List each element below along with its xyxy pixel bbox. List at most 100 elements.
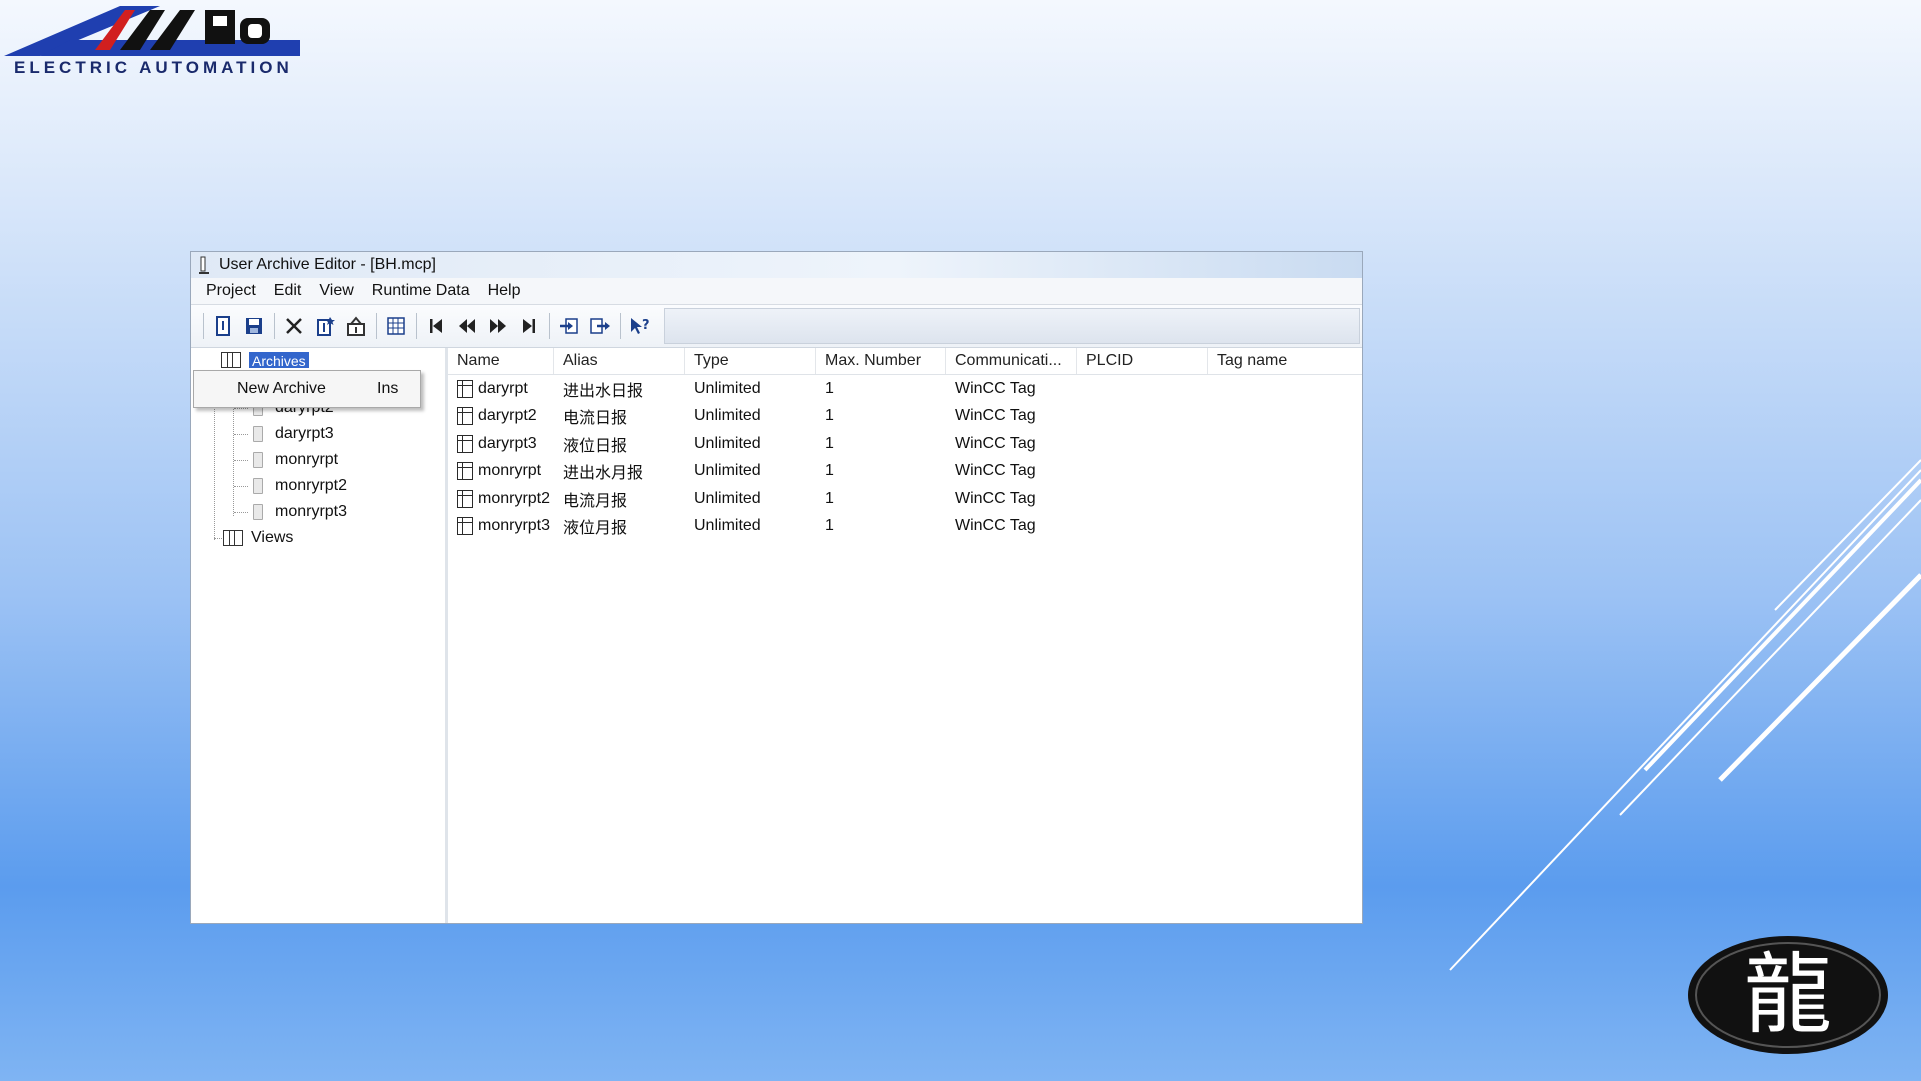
cell-alias: 进出水日报 <box>563 382 644 400</box>
table-row[interactable]: monryrpt3 液位月报 Unlimited 1 WinCC Tag <box>448 513 1362 541</box>
tree-item-label: monryrpt2 <box>275 477 348 494</box>
cell-name: daryrpt2 <box>448 407 554 426</box>
tree-connector <box>234 512 248 513</box>
cell-name-text: daryrpt3 <box>478 434 537 452</box>
delete-icon[interactable] <box>281 313 307 339</box>
grid-icon[interactable] <box>383 313 409 339</box>
toolbar-separator <box>376 313 377 339</box>
archive-row-icon <box>457 407 473 426</box>
menu-runtime-data[interactable]: Runtime Data <box>363 282 479 300</box>
archive-row-icon <box>457 434 473 453</box>
column-header-plcid[interactable]: PLCID <box>1077 348 1208 374</box>
previous-record-icon[interactable] <box>454 313 480 339</box>
dragon-seal: 龍 <box>1686 934 1890 1056</box>
archive-file-icon <box>253 504 263 520</box>
menu-view[interactable]: View <box>310 282 362 300</box>
save-icon[interactable] <box>241 313 267 339</box>
column-header-tag-name[interactable]: Tag name <box>1208 348 1341 374</box>
tree-item-daryrpt3[interactable]: daryrpt3 <box>253 422 334 446</box>
column-header-communication[interactable]: Communicati... <box>946 348 1077 374</box>
archive-row-icon <box>457 517 473 536</box>
table-row[interactable]: daryrpt2 电流日报 Unlimited 1 WinCC Tag <box>448 403 1362 431</box>
views-folder-icon <box>223 530 243 546</box>
menu-help[interactable]: Help <box>479 282 530 300</box>
svg-text:?: ? <box>642 318 650 333</box>
first-record-icon[interactable] <box>423 313 449 339</box>
cell-name: monryrpt <box>448 462 554 481</box>
logo-mark-icon <box>4 6 300 56</box>
table-header: Name Alias Type Max. Number Communicati.… <box>448 348 1362 375</box>
table-row[interactable]: monryrpt 进出水月报 Unlimited 1 WinCC Tag <box>448 458 1362 486</box>
cell-alias: 电流月报 <box>563 492 628 510</box>
cell-communication: WinCC Tag <box>955 407 1036 425</box>
tree-item-monryrpt3[interactable]: monryrpt3 <box>253 500 347 524</box>
cell-communication: WinCC Tag <box>955 462 1036 480</box>
tree-item-archives[interactable]: Archives <box>221 348 309 372</box>
properties-icon[interactable] <box>210 313 236 339</box>
table-row[interactable]: daryrpt 进出水日报 Unlimited 1 WinCC Tag <box>448 375 1362 403</box>
cell-alias: 电流日报 <box>563 410 628 428</box>
menu-project[interactable]: Project <box>197 282 265 300</box>
context-menu: New Archive Ins <box>193 370 421 408</box>
column-header-name[interactable]: Name <box>448 348 554 374</box>
import-icon[interactable] <box>556 313 582 339</box>
cell-type: Unlimited <box>694 462 761 480</box>
table-row[interactable]: daryrpt3 液位日报 Unlimited 1 WinCC Tag <box>448 430 1362 458</box>
toolbar-separator <box>203 313 204 339</box>
menu-edit[interactable]: Edit <box>265 282 311 300</box>
cell-max-number: 1 <box>825 407 834 425</box>
window-title: User Archive Editor - [BH.mcp] <box>219 256 436 273</box>
cell-name-text: monryrpt2 <box>478 489 551 507</box>
cell-name: monryrpt2 <box>448 489 554 508</box>
cell-name: daryrpt <box>448 379 554 398</box>
cell-name-text: monryrpt <box>478 462 542 480</box>
cell-communication: WinCC Tag <box>955 489 1036 507</box>
context-menu-label: New Archive <box>237 380 326 397</box>
help-icon[interactable]: ? <box>627 313 653 339</box>
column-header-type[interactable]: Type <box>685 348 816 374</box>
context-menu-new-archive[interactable]: New Archive Ins <box>194 371 420 407</box>
tag-icon[interactable] <box>343 313 369 339</box>
archive-file-icon <box>253 478 263 494</box>
cell-name: monryrpt3 <box>448 517 554 536</box>
cell-communication: WinCC Tag <box>955 379 1036 397</box>
archive-row-icon <box>457 489 473 508</box>
tree-item-label: monryrpt3 <box>275 503 348 520</box>
tree-connector <box>234 408 248 409</box>
tree-item-label: Archives <box>249 352 309 368</box>
cell-name-text: daryrpt2 <box>478 407 537 425</box>
tree-connector <box>234 434 248 435</box>
archive-table: Name Alias Type Max. Number Communicati.… <box>448 348 1362 923</box>
new-field-icon[interactable] <box>312 313 338 339</box>
toolbar-empty-area <box>664 308 1360 344</box>
column-header-max-number[interactable]: Max. Number <box>816 348 946 374</box>
cell-max-number: 1 <box>825 434 834 452</box>
next-record-icon[interactable] <box>485 313 511 339</box>
cell-type: Unlimited <box>694 517 761 535</box>
tree-connector <box>234 460 248 461</box>
archive-folder-icon <box>221 352 241 368</box>
app-icon <box>199 256 209 274</box>
tree-item-views[interactable]: Views <box>223 526 293 550</box>
seal-glyph: 龍 <box>1743 943 1832 1046</box>
table-row[interactable]: monryrpt2 电流月报 Unlimited 1 WinCC Tag <box>448 485 1362 513</box>
last-record-icon[interactable] <box>516 313 542 339</box>
toolbar-separator <box>620 313 621 339</box>
tree-item-monryrpt[interactable]: monryrpt <box>253 448 338 472</box>
tree-item-monryrpt2[interactable]: monryrpt2 <box>253 474 347 498</box>
archive-tree: Archives daryrpt2 daryrpt3 monryrpt monr… <box>191 348 448 923</box>
toolbar-separator <box>416 313 417 339</box>
cell-type: Unlimited <box>694 489 761 507</box>
cell-name-text: monryrpt3 <box>478 517 551 535</box>
cell-communication: WinCC Tag <box>955 517 1036 535</box>
cell-type: Unlimited <box>694 379 761 397</box>
cell-type: Unlimited <box>694 434 761 452</box>
export-icon[interactable] <box>587 313 613 339</box>
user-archive-editor-window: User Archive Editor - [BH.mcp] Project E… <box>190 251 1363 924</box>
tree-item-label: daryrpt3 <box>275 425 334 442</box>
cell-alias: 液位日报 <box>563 437 628 455</box>
toolbar-separator <box>274 313 275 339</box>
cell-max-number: 1 <box>825 379 834 397</box>
cell-name-text: daryrpt <box>478 379 528 397</box>
column-header-alias[interactable]: Alias <box>554 348 685 374</box>
